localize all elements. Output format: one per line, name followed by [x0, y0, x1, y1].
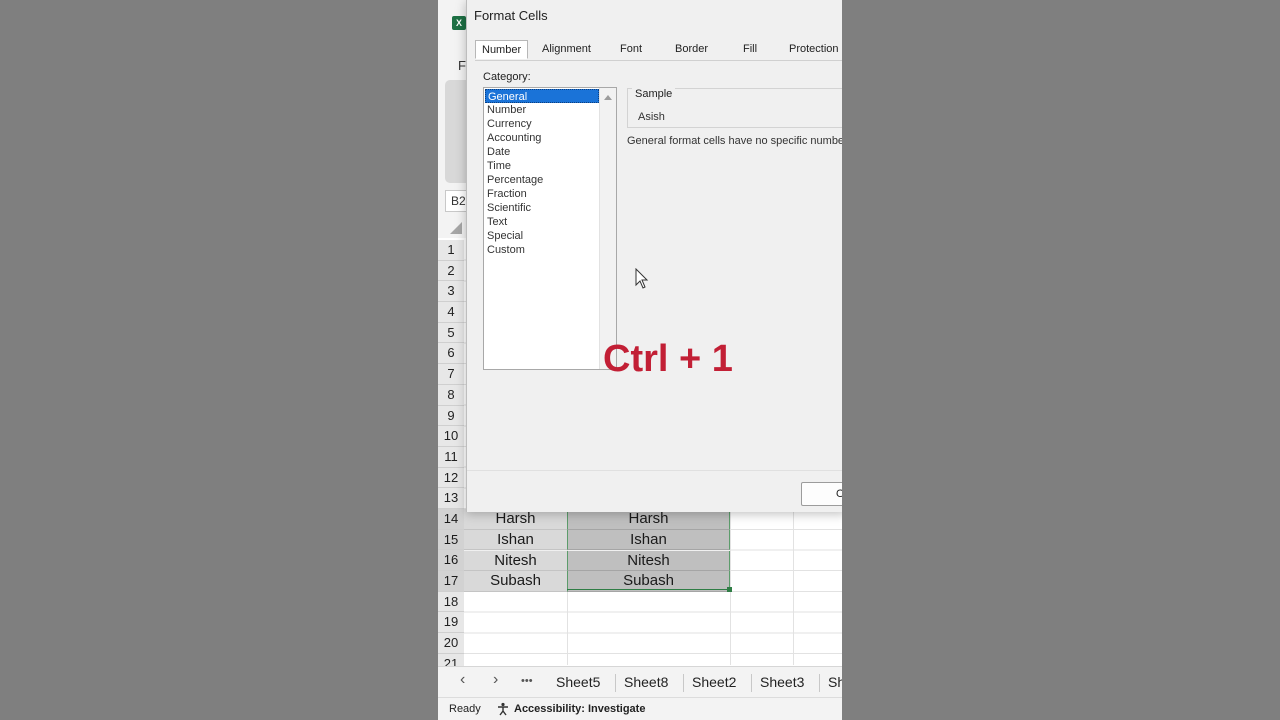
- row-header[interactable]: 13: [438, 488, 464, 509]
- excel-window: X F B2 1 2 3 4 5 6 7 8 9 10 11 12 13 14 15 16 17 18 19 20 21…: [438, 0, 842, 720]
- tab-font[interactable]: Font: [620, 40, 642, 61]
- ok-button[interactable]: O: [801, 482, 842, 506]
- tab-separator: [819, 674, 820, 692]
- row-header[interactable]: 10: [438, 426, 464, 447]
- category-item-text[interactable]: Text: [485, 215, 599, 229]
- status-ready: Ready: [449, 703, 481, 715]
- tab-protection[interactable]: Protection: [789, 40, 839, 61]
- row-header[interactable]: 4: [438, 302, 464, 323]
- tab-border[interactable]: Border: [675, 40, 708, 61]
- sheet-tab-sheet2[interactable]: Sheet2: [692, 674, 736, 690]
- row-header[interactable]: 2: [438, 260, 464, 282]
- sheet-tab-bar: ‹ › ••• Sheet5 Sheet8 Sheet2 Sheet3 Sh: [438, 666, 842, 697]
- row-header[interactable]: 5: [438, 322, 464, 344]
- tab-separator: [751, 674, 752, 692]
- category-item-general[interactable]: General: [485, 89, 599, 103]
- mouse-cursor-icon: [635, 268, 649, 289]
- selection-border: [567, 589, 730, 590]
- category-item-custom[interactable]: Custom: [485, 243, 599, 257]
- dialog-tabs: Number Alignment Font Border Fill Protection: [475, 40, 842, 61]
- sample-value: Asish: [638, 111, 665, 123]
- row-header[interactable]: 19: [438, 612, 464, 634]
- sample-group: Sample Asish: [627, 88, 842, 128]
- cell-a14[interactable]: Harsh: [464, 509, 567, 530]
- more-sheets-icon[interactable]: •••: [521, 675, 533, 687]
- category-item-time[interactable]: Time: [485, 159, 599, 173]
- format-description: General format cells have no specific nu…: [627, 135, 842, 147]
- fill-handle[interactable]: [727, 587, 732, 592]
- row-header[interactable]: 16: [438, 550, 464, 571]
- category-item-special[interactable]: Special: [485, 229, 599, 243]
- chevron-left-icon[interactable]: ‹: [460, 671, 465, 689]
- category-item-date[interactable]: Date: [485, 145, 599, 159]
- chevron-right-icon[interactable]: ›: [493, 671, 498, 689]
- row-header[interactable]: 12: [438, 467, 464, 489]
- row-header[interactable]: 17: [438, 571, 464, 592]
- row-header[interactable]: 18: [438, 591, 464, 613]
- dialog-footer: O: [467, 470, 842, 512]
- cell-b16[interactable]: Nitesh: [567, 550, 730, 572]
- sheet-tab-sheet5[interactable]: Sheet5: [556, 674, 600, 690]
- excel-logo-icon: X: [452, 16, 466, 30]
- category-item-scientific[interactable]: Scientific: [485, 201, 599, 215]
- row-header[interactable]: 8: [438, 384, 464, 406]
- sample-label: Sample: [632, 88, 676, 100]
- category-item-currency[interactable]: Currency: [485, 117, 599, 131]
- cell-a15[interactable]: Ishan: [464, 529, 567, 551]
- row-headers: 1 2 3 4 5 6 7 8 9 10 11 12 13 14 15 16 17 18 19 20 21: [438, 240, 464, 675]
- tab-fill[interactable]: Fill: [743, 40, 757, 61]
- category-item-percentage[interactable]: Percentage: [485, 173, 599, 187]
- format-cells-dialog: Format Cells Number Alignment Font Border Fi…: [466, 0, 842, 512]
- status-bar: Ready Accessibility: Investigate: [438, 697, 842, 720]
- row-header[interactable]: 7: [438, 364, 464, 385]
- category-item-accounting[interactable]: Accounting: [485, 131, 599, 145]
- row-header[interactable]: 1: [438, 240, 464, 261]
- tab-alignment[interactable]: Alignment: [542, 40, 591, 61]
- accessibility-status[interactable]: Accessibility: Investigate: [514, 703, 645, 715]
- select-all-corner[interactable]: [450, 222, 462, 234]
- category-list[interactable]: General Number Currency Accounting Date Time P…: [483, 87, 617, 370]
- tab-number[interactable]: Number: [475, 40, 529, 59]
- row-header[interactable]: 14: [438, 508, 464, 530]
- accessibility-icon[interactable]: [496, 702, 510, 716]
- scroll-up-icon[interactable]: [604, 95, 612, 100]
- ribbon-tab-file[interactable]: F: [458, 58, 466, 73]
- sheet-tab-sheet8[interactable]: Sheet8: [624, 674, 668, 690]
- cell-b14[interactable]: Harsh: [567, 509, 730, 530]
- row-header[interactable]: 9: [438, 405, 464, 427]
- category-item-number[interactable]: Number: [485, 103, 599, 117]
- category-item-fraction[interactable]: Fraction: [485, 187, 599, 201]
- cell-b15[interactable]: Ishan: [567, 529, 730, 551]
- tab-separator: [615, 674, 616, 692]
- row-header[interactable]: 11: [438, 446, 464, 468]
- row-header[interactable]: 3: [438, 281, 464, 303]
- tab-separator: [683, 674, 684, 692]
- cell-a16[interactable]: Nitesh: [464, 550, 567, 572]
- row-header[interactable]: 15: [438, 529, 464, 551]
- sheet-tab-sh[interactable]: Sh: [828, 674, 842, 690]
- category-scrollbar[interactable]: [599, 88, 616, 369]
- category-label: Category:: [483, 71, 531, 83]
- cell-a17[interactable]: Subash: [464, 571, 567, 592]
- sheet-tab-sheet3[interactable]: Sheet3: [760, 674, 804, 690]
- row-header[interactable]: 6: [438, 343, 464, 365]
- dialog-title: Format Cells: [474, 8, 548, 23]
- row-header[interactable]: 20: [438, 633, 464, 654]
- shortcut-overlay: Ctrl + 1: [603, 338, 733, 380]
